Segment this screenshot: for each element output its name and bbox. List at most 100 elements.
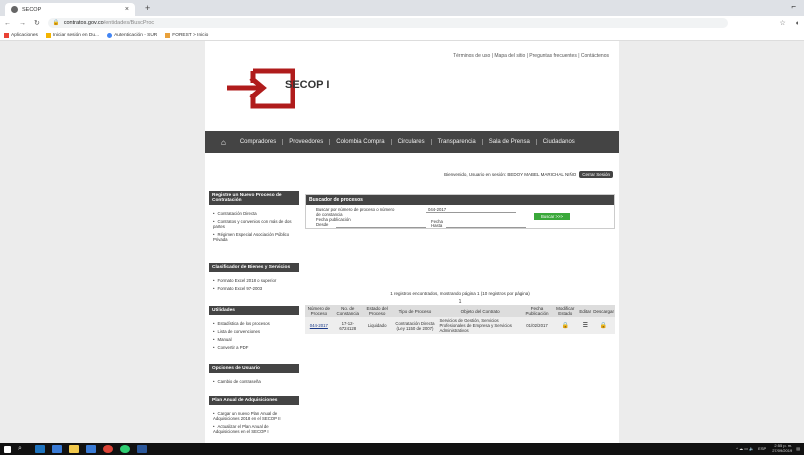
search-field-label: Buscar por número de proceso o número de… [316, 207, 395, 217]
notification-icon[interactable]: ▤ [796, 446, 800, 451]
sidebar-item[interactable]: Cargar un nuevo Plan Anual de Adquisicio… [213, 411, 295, 421]
forest-icon [165, 32, 171, 38]
app-icon[interactable] [120, 445, 130, 453]
welcome-text: Bienvenido, Usuario en sesión: BEDOY MAB… [444, 172, 577, 177]
browser-tab[interactable]: SECOP × [5, 3, 135, 16]
col-header: Editar [578, 305, 593, 317]
file-explorer-icon[interactable] [69, 445, 79, 453]
sidebar-section-plan-anual: Plan Anual de Adquisiciones Cargar un nu… [209, 396, 299, 440]
search-icon[interactable]: ⌕ [18, 445, 28, 453]
download-cell[interactable]: 🔒 [592, 317, 615, 334]
table-row: 044-2017 17-12-6724128 Liquidado Contrat… [305, 317, 615, 334]
sidebar-item[interactable]: Actualizar el Plan Anual de Adquisicione… [213, 424, 295, 434]
results-summary: 1 registros encontrados, mostrando págin… [390, 291, 530, 296]
nav-transparencia[interactable]: Transparencia [432, 139, 483, 145]
sidebar-heading: Utilidades [209, 306, 299, 315]
sidebar-item[interactable]: Cambio de contraseña [213, 379, 295, 384]
reload-icon[interactable]: ↻ [34, 19, 40, 27]
nav-proveedores[interactable]: Proveedores [283, 139, 331, 145]
tray-icons[interactable]: ^ ☁ ▭ 🔈 [736, 446, 754, 451]
constancia-cell: 17-12-6724128 [332, 317, 363, 334]
col-header: Descargar [592, 305, 615, 317]
main-nav: ⌂ Compradores Proveedores Colombia Compr… [205, 131, 619, 153]
to-date-input[interactable] [446, 227, 526, 228]
extension-icon[interactable]: ◐ [796, 20, 800, 27]
sidebar-item[interactable]: Manual [213, 337, 295, 342]
sidebar-item[interactable]: Formato Excel 2018 o superior [213, 278, 295, 283]
google-icon [107, 32, 113, 38]
sidebar-section-registro: Registre un Nuevo Proceso de Contratació… [209, 191, 299, 248]
chrome-icon[interactable] [103, 445, 113, 453]
object-cell: Servicios de Gestión, Servicios Profesio… [438, 317, 522, 334]
lock-icon[interactable]: 🔒 [562, 323, 569, 329]
bookmark-star-icon[interactable]: ☆ [779, 19, 785, 27]
apps-grid-icon [4, 32, 9, 38]
logo-text: SECOP I [285, 79, 330, 91]
nav-compradores[interactable]: Compradores [234, 139, 284, 145]
sidebar-heading: Clasificador de Bienes y Servicios [209, 263, 299, 272]
bookmark-apps[interactable]: Aplicaciones [4, 32, 38, 38]
site-favicon-icon [11, 6, 18, 13]
sidebar-item[interactable]: Contratación Directa [213, 211, 295, 216]
col-header: No. de Constancia [332, 305, 363, 317]
process-number-cell[interactable]: 044-2017 [305, 317, 333, 334]
windows-taskbar: ⌕ ^ ☁ ▭ 🔈 ESP 2:55 p. m. 27/09/2019 ▤ [0, 443, 804, 455]
edit-cell[interactable]: ☰ [578, 317, 593, 334]
bookmark-forest[interactable]: FOREST > Inicio [165, 32, 208, 38]
col-header: Modificar Estado [552, 305, 579, 317]
download-lock-icon[interactable]: 🔒 [600, 323, 607, 329]
sidebar-item[interactable]: Convertir a PDF [213, 345, 295, 350]
word-icon[interactable] [137, 445, 147, 453]
nav-sala-prensa[interactable]: Sala de Prensa [483, 139, 537, 145]
clock-date: 27/09/2019 [772, 447, 793, 453]
edge-icon[interactable] [35, 445, 45, 453]
system-tray: ^ ☁ ▭ 🔈 ESP 2:55 p. m. 27/09/2019 ▤ [736, 443, 800, 453]
address-bar-row: ← → ↻ 🔒 contratos.gov.co /entidades/Busc… [0, 16, 804, 30]
window-controls-icon[interactable]: ⌐ [791, 2, 796, 11]
windows-icon [45, 32, 51, 38]
process-link[interactable]: 044-2017 [310, 323, 328, 328]
sidebar-item[interactable]: Contratos y convenios con más de dos par… [213, 219, 295, 229]
from-date-label: Desde [316, 222, 329, 227]
col-header: Estado del Proceso [362, 305, 392, 317]
logout-button[interactable]: Cerrar Sesión [579, 171, 613, 178]
bookmark-du[interactable]: Iniciar sesión en Du... [45, 32, 99, 38]
search-heading: Buscador de procesos [306, 195, 614, 205]
col-header: Tipo de Proceso [391, 305, 439, 317]
from-date-input[interactable] [336, 227, 426, 228]
forward-arrow-icon[interactable]: → [19, 20, 26, 27]
clock[interactable]: 2:55 p. m. 27/09/2019 [772, 443, 793, 453]
nav-circulares[interactable]: Circulares [392, 139, 432, 145]
home-icon[interactable]: ⌂ [213, 138, 234, 147]
store-icon[interactable] [52, 445, 62, 453]
language-indicator[interactable]: ESP [758, 446, 766, 451]
process-search-panel: Buscador de procesos Buscar por número d… [305, 194, 615, 229]
browser-tab-bar: SECOP × + ⌐ [0, 0, 804, 16]
secop-page: Términos de uso | Mapa del sitio | Pregu… [205, 41, 619, 443]
col-header: Número de Proceso [305, 305, 333, 317]
sidebar-section-utilidades: Utilidades Estadística de los procesos L… [209, 306, 299, 356]
process-number-input[interactable]: 044-2017 [426, 207, 516, 213]
url-input[interactable]: 🔒 contratos.gov.co /entidades/BuscProc [47, 18, 728, 28]
search-button[interactable]: Buscar >>> [534, 213, 570, 220]
lock-icon: 🔒 [52, 20, 60, 26]
nav-colombia-compra[interactable]: Colombia Compra [330, 139, 392, 145]
back-arrow-icon[interactable]: ← [4, 20, 11, 27]
sidebar-item[interactable]: Estadística de los procesos [213, 321, 295, 326]
sidebar-item[interactable]: Régimen Especial Asociación Público Priv… [213, 232, 295, 242]
sidebar-item[interactable]: Lista de convenciones [213, 329, 295, 334]
bookmark-sur[interactable]: Autenticación - SUR [107, 32, 157, 38]
nav-ciudadanos[interactable]: Ciudadanos [537, 139, 581, 145]
tab-close-icon[interactable]: × [125, 6, 129, 13]
sidebar-item[interactable]: Formato Excel 97-2003 [213, 286, 295, 291]
bookmarks-bar: Aplicaciones Iniciar sesión en Du... Aut… [0, 30, 804, 41]
new-tab-button[interactable]: + [145, 3, 150, 13]
col-header: Fecha Publicación [521, 305, 553, 317]
modify-status-cell[interactable]: 🔒 [552, 317, 579, 334]
start-windows-icon[interactable] [4, 445, 11, 453]
welcome-bar: Bienvenido, Usuario en sesión: BEDOY MAB… [444, 171, 613, 178]
top-links[interactable]: Términos de uso | Mapa del sitio | Pregu… [453, 53, 609, 59]
outlook-icon[interactable] [86, 445, 96, 453]
edit-icon[interactable]: ☰ [583, 323, 588, 329]
date-cell: 01/02/2017 [521, 317, 553, 334]
